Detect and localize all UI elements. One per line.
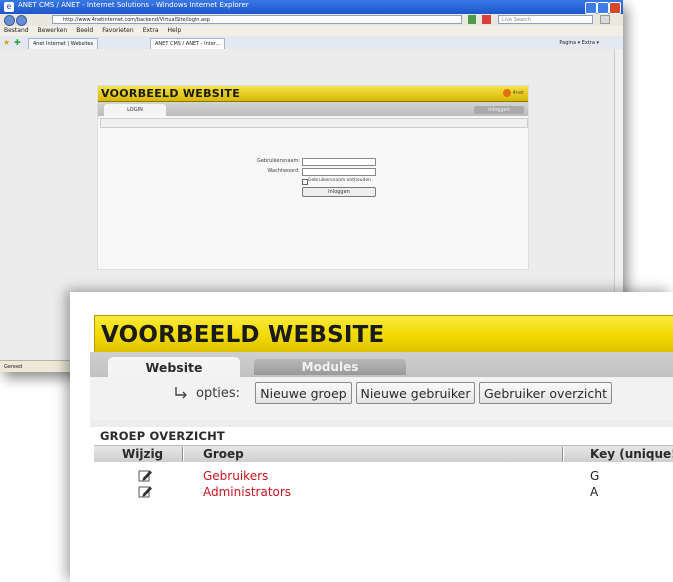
browser-menu-bar: Bestand Bewerken Beeld Favorieten Extra Help <box>0 26 623 36</box>
new-user-button[interactable]: Nieuwe gebruiker <box>356 382 475 404</box>
logo-icon <box>502 88 511 97</box>
address-bar[interactable]: http://www.4netinternet.com/backend/Virt… <box>52 15 462 24</box>
table-row: Gebruikers G <box>94 468 673 484</box>
browser-title-bar: e ANET CMS / ANET - Internet Solutions -… <box>0 0 623 14</box>
search-input[interactable]: Live Search <box>498 15 593 24</box>
minimize-button[interactable] <box>585 2 597 14</box>
tab-anet-cms[interactable]: ANET CMS / ANET - Inter... <box>150 38 226 49</box>
favorites-star-icon[interactable]: ★ <box>3 38 10 47</box>
tab-4net-websites[interactable]: 4net Internet | Websites <box>28 38 99 49</box>
section-title: GROEP OVERZICHT <box>100 429 225 443</box>
inner-site-title: VOORBEELD WEBSITE <box>101 87 241 100</box>
window-title: ANET CMS / ANET - Internet Solutions - W… <box>18 1 249 9</box>
group-link[interactable]: Administrators <box>203 484 291 500</box>
menu-item-help[interactable]: Help <box>168 27 182 34</box>
column-header-wijzig[interactable]: Wijzig <box>122 446 163 462</box>
tab-website[interactable]: Website <box>108 357 240 377</box>
table-header: Wijzig Groep Key (unique!) <box>94 445 673 462</box>
stop-icon[interactable] <box>482 15 491 24</box>
refresh-icon[interactable] <box>468 15 476 24</box>
menu-item-bewerken[interactable]: Bewerken <box>38 27 68 34</box>
cms-admin-panel: VOORBEELD WEBSITE Website Modules opties… <box>70 292 673 582</box>
site-header: VOORBEELD WEBSITE <box>94 315 673 355</box>
column-header-groep[interactable]: Groep <box>203 446 244 462</box>
username-label: Gebruikersnaam: <box>256 158 300 164</box>
column-separator <box>182 447 184 461</box>
edit-icon[interactable] <box>138 485 153 498</box>
column-separator <box>562 447 564 461</box>
menu-item-extra[interactable]: Extra <box>143 27 159 34</box>
menu-item-beeld[interactable]: Beeld <box>76 27 93 34</box>
options-bar: opties: Nieuwe groep Nieuwe gebruiker Ge… <box>90 377 673 421</box>
search-go-icon[interactable] <box>600 15 610 24</box>
table-row: Administrators A <box>94 484 673 500</box>
group-link[interactable]: Gebruikers <box>203 468 268 484</box>
login-button[interactable]: Inloggen <box>302 187 376 197</box>
back-icon[interactable] <box>4 15 15 26</box>
arrow-right-icon <box>175 387 187 399</box>
group-key: G <box>590 469 600 483</box>
options-label: opties: <box>196 386 241 401</box>
column-header-key[interactable]: Key (unique!) <box>590 446 673 462</box>
add-favorite-icon[interactable]: ✚ <box>14 38 21 47</box>
divider <box>90 420 673 427</box>
inner-option-strip <box>100 118 528 128</box>
browser-navigation-bar: http://www.4netinternet.com/backend/Virt… <box>0 14 623 26</box>
menu-item-bestand[interactable]: Bestand <box>4 27 29 34</box>
browser-tab-bar: ★ ✚ 4net Internet | Websites ANET CMS / … <box>0 36 623 50</box>
inner-login-page: VOORBEELD WEBSITE 4net LOGIN inloggen Ge… <box>97 85 529 270</box>
password-label: Wachtwoord: <box>267 168 300 174</box>
tab-modules[interactable]: Modules <box>254 359 406 375</box>
password-field[interactable] <box>302 168 376 176</box>
forward-icon[interactable] <box>16 15 27 26</box>
browser-toolbar-right[interactable]: Pagina ▾ Extra ▾ <box>559 38 599 48</box>
user-overview-button[interactable]: Gebruiker overzicht <box>479 382 612 404</box>
tab-login[interactable]: LOGIN <box>104 104 166 116</box>
group-key: A <box>590 485 599 499</box>
main-navigation: Website Modules opties: Nieuwe groep Nie… <box>90 352 673 421</box>
inner-logo: 4net <box>502 88 524 99</box>
inner-header: VOORBEELD WEBSITE 4net <box>98 86 528 102</box>
ie-icon: e <box>4 2 14 12</box>
new-group-button[interactable]: Nieuwe groep <box>255 382 352 404</box>
inner-logo-text: 4net <box>512 90 524 96</box>
username-field[interactable] <box>302 158 376 166</box>
close-button[interactable] <box>609 2 621 14</box>
menu-item-favorieten[interactable]: Favorieten <box>102 27 133 34</box>
remember-label: Gebruikersnaam onthouden <box>308 178 371 183</box>
inner-tab-bar: LOGIN inloggen <box>98 102 528 116</box>
tab-inloggen[interactable]: inloggen <box>474 106 524 114</box>
site-title: VOORBEELD WEBSITE <box>101 322 385 348</box>
edit-icon[interactable] <box>138 469 153 482</box>
maximize-button[interactable] <box>597 2 609 14</box>
